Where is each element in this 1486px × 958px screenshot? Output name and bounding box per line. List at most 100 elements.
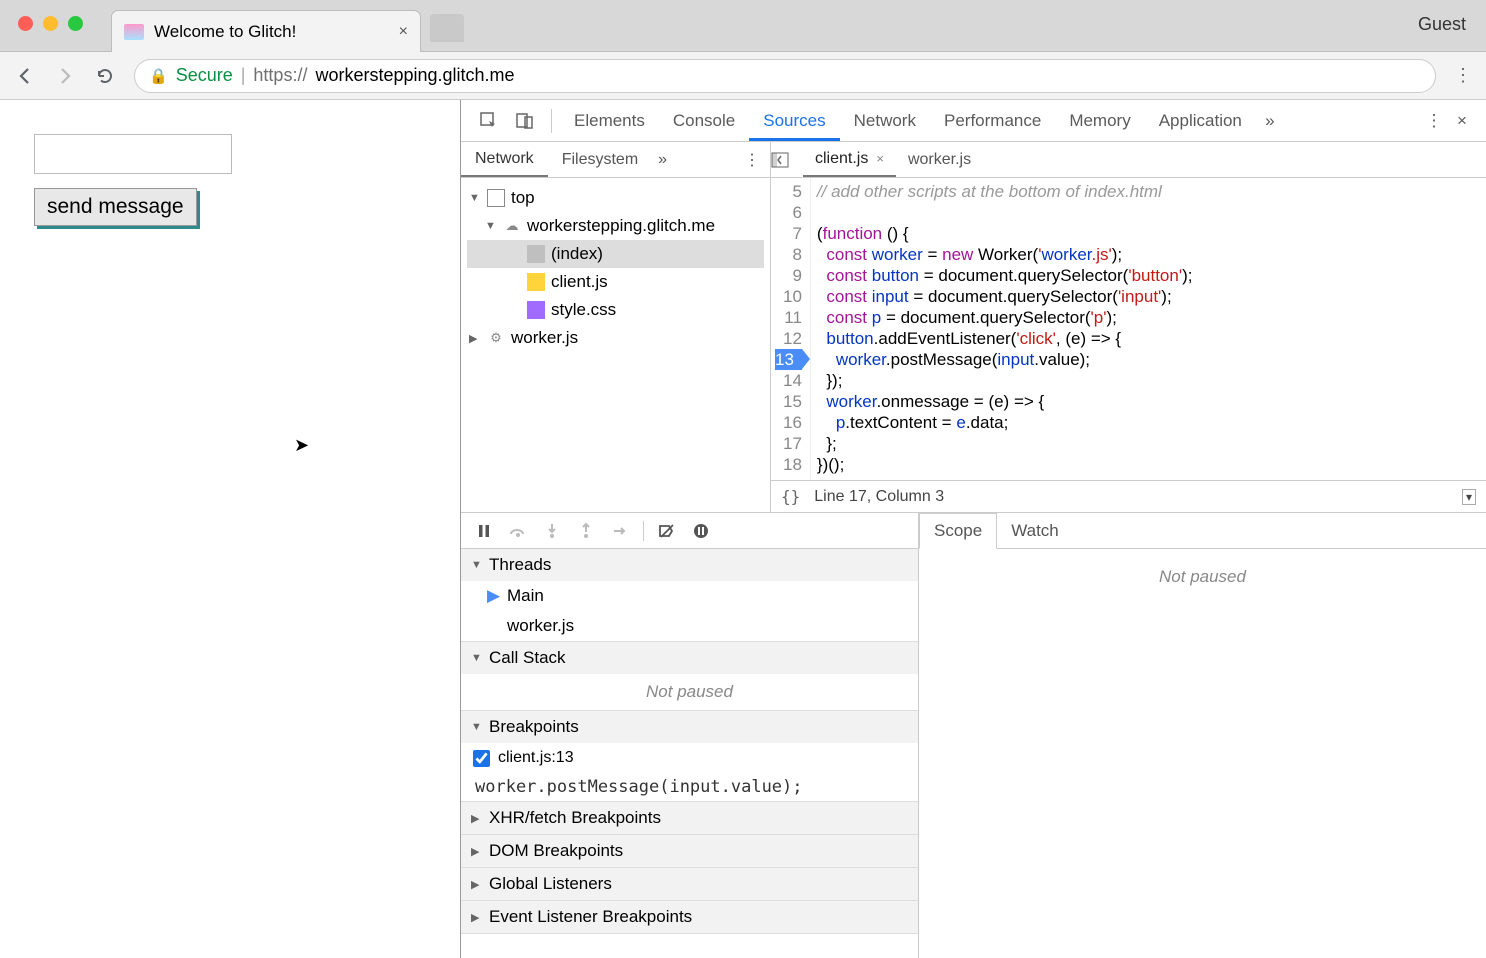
thread-worker[interactable]: worker.js [461,611,918,641]
tree-file-label: client.js [551,272,608,292]
debugger-right: Scope Watch Not paused [919,513,1486,958]
tree-top[interactable]: ▼top [467,184,764,212]
breakpoints-header[interactable]: ▼Breakpoints [461,711,918,743]
coverage-dropdown-icon[interactable]: ▾ [1462,489,1476,505]
breakpoint-checkbox[interactable] [473,750,490,767]
callstack-header[interactable]: ▼Call Stack [461,642,918,674]
send-message-button[interactable]: send message [34,188,197,226]
inspect-element-icon[interactable] [471,111,507,131]
maximize-window-button[interactable] [68,16,83,31]
line-gutter[interactable]: 56789101112131415161718 [771,178,811,480]
address-bar[interactable]: 🔒 Secure | https://workerstepping.glitch… [134,59,1436,93]
tree-file-label: (index) [551,244,603,264]
step-out-button[interactable] [571,518,601,544]
tree-worker-label: worker.js [511,328,578,348]
editor-tabs: client.js × worker.js [771,142,1486,178]
pretty-print-icon[interactable]: {} [781,487,800,506]
event-listener-header[interactable]: ▶Event Listener Breakpoints [461,901,918,933]
tab-performance[interactable]: Performance [930,101,1055,141]
close-window-button[interactable] [18,16,33,31]
xhr-breakpoints-header[interactable]: ▶XHR/fetch Breakpoints [461,802,918,834]
navigator-tab-network[interactable]: Network [461,143,548,177]
xhr-breakpoints-section: ▶XHR/fetch Breakpoints [461,802,918,835]
message-input[interactable] [34,134,232,174]
document-icon [527,245,545,263]
section-label: Threads [489,555,551,575]
devtools-menu-icon[interactable]: ⋮ [1420,111,1448,131]
tab-network[interactable]: Network [840,101,930,141]
code-editor[interactable]: 56789101112131415161718 // add other scr… [771,178,1486,480]
thread-label: Main [507,586,544,606]
global-listeners-header[interactable]: ▶Global Listeners [461,868,918,900]
back-button[interactable] [14,65,36,87]
breakpoint-label: client.js:13 [498,749,574,767]
watch-tab[interactable]: Watch [997,514,1073,548]
threads-header[interactable]: ▼Threads [461,549,918,581]
section-label: Global Listeners [489,874,612,894]
callstack-status: Not paused [461,674,918,710]
deactivate-breakpoints-button[interactable] [652,518,682,544]
file-tree: ▼top ▼☁workerstepping.glitch.me (index) … [461,178,770,512]
tab-application[interactable]: Application [1145,101,1256,141]
pause-button[interactable] [469,518,499,544]
scope-tab[interactable]: Scope [919,513,997,549]
navigator-tab-filesystem[interactable]: Filesystem [548,144,652,176]
cursor-position: Line 17, Column 3 [814,488,944,506]
thread-main[interactable]: ▶Main [461,581,918,611]
navigator-menu-icon[interactable]: ⋮ [744,150,770,170]
step-over-button[interactable] [503,518,533,544]
browser-tab[interactable]: Welcome to Glitch! × [111,10,421,52]
tree-file-style[interactable]: style.css [467,296,764,324]
navigator-tabs: Network Filesystem » ⋮ [461,142,770,178]
tree-domain[interactable]: ▼☁workerstepping.glitch.me [467,212,764,240]
dom-breakpoints-header[interactable]: ▶DOM Breakpoints [461,835,918,867]
code-body[interactable]: // add other scripts at the bottom of in… [811,178,1199,480]
devtools-close-icon[interactable]: × [1448,111,1476,131]
tree-top-label: top [511,188,535,208]
breakpoint-item[interactable]: client.js:13 [461,743,918,773]
editor-tab-label: client.js [815,150,868,168]
tab-memory[interactable]: Memory [1055,101,1144,141]
minimize-window-button[interactable] [43,16,58,31]
editor-tab-label: worker.js [908,151,971,169]
tab-console[interactable]: Console [659,101,749,141]
navigator-pane: Network Filesystem » ⋮ ▼top ▼☁workerstep… [461,142,771,512]
section-label: XHR/fetch Breakpoints [489,808,661,828]
profile-label[interactable]: Guest [1418,14,1466,35]
more-tabs-icon[interactable]: » [1256,111,1284,131]
dom-breakpoints-section: ▶DOM Breakpoints [461,835,918,868]
step-button[interactable] [605,518,635,544]
tree-worker[interactable]: ▶⚙worker.js [467,324,764,352]
tree-file-label: style.css [551,300,616,320]
editor-status-bar: {} Line 17, Column 3 ▾ [771,480,1486,512]
editor-tab-client[interactable]: client.js × [803,143,896,177]
device-toolbar-icon[interactable] [507,111,543,131]
tab-elements[interactable]: Elements [560,101,659,141]
editor-tab-worker[interactable]: worker.js [896,144,983,176]
forward-button[interactable] [54,65,76,87]
cursor-icon: ➤ [294,435,309,456]
js-file-icon [527,273,545,291]
url-scheme: https:// [253,65,307,86]
browser-menu-button[interactable]: ⋮ [1454,65,1472,86]
tree-file-index[interactable]: (index) [467,240,764,268]
devtools-panel: Elements Console Sources Network Perform… [461,100,1486,958]
callstack-section: ▼Call Stack Not paused [461,642,918,711]
section-label: Event Listener Breakpoints [489,907,692,927]
tab-title: Welcome to Glitch! [154,22,389,42]
css-file-icon [527,301,545,319]
pause-on-exceptions-button[interactable] [686,518,716,544]
close-tab-icon[interactable]: × [399,23,408,41]
lock-icon: 🔒 [149,67,168,85]
reload-button[interactable] [94,65,116,87]
page-content: send message ➤ [0,100,461,958]
navigator-more-icon[interactable]: » [658,151,667,169]
tab-sources[interactable]: Sources [749,101,839,141]
tree-file-client[interactable]: client.js [467,268,764,296]
browser-tab-strip: Welcome to Glitch! × Guest [0,0,1486,52]
toggle-navigator-icon[interactable] [771,152,803,168]
section-label: DOM Breakpoints [489,841,623,861]
close-icon[interactable]: × [876,151,884,166]
step-into-button[interactable] [537,518,567,544]
new-tab-button[interactable] [430,14,464,42]
